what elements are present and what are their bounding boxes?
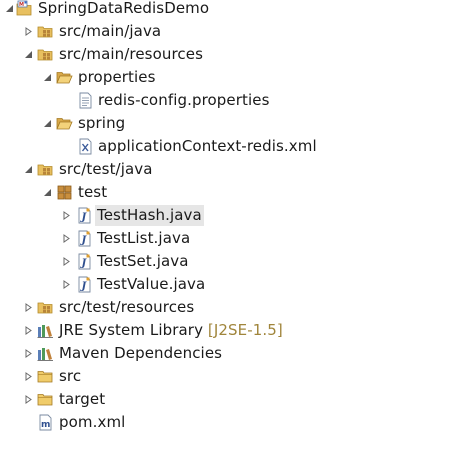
tree-item-label: applicationContext-redis.xml: [98, 137, 317, 155]
tree-item-label: SpringDataRedisDemo: [38, 0, 210, 17]
svg-text:M: M: [19, 2, 24, 8]
collapse-arrow-icon[interactable]: [22, 158, 34, 181]
collapse-arrow-icon[interactable]: [41, 112, 53, 135]
tree-item-label: src/main/java: [59, 22, 162, 40]
tree-item-label: src/test/java: [59, 160, 153, 178]
expand-arrow-icon[interactable]: [60, 204, 72, 227]
folder-closed-icon: [37, 391, 54, 408]
expand-arrow-icon[interactable]: [22, 342, 34, 365]
library-icon: [37, 345, 54, 362]
collapse-arrow-icon[interactable]: [41, 181, 53, 204]
tree-item-src-main-java[interactable]: src/main/java: [0, 20, 476, 43]
expand-arrow-icon[interactable]: [60, 227, 72, 250]
tree-item-spring-folder[interactable]: spring: [0, 112, 476, 135]
tree-item-project[interactable]: M SpringDataRedisDemo: [0, 0, 476, 20]
java-file-icon: J: [76, 276, 93, 293]
expand-arrow-icon[interactable]: [22, 20, 34, 43]
expand-arrow-icon[interactable]: [22, 365, 34, 388]
source-folder-icon: [37, 23, 54, 40]
tree-item-label: src/test/resources: [59, 298, 195, 316]
tree-item-src-test-resources[interactable]: src/test/resources: [0, 296, 476, 319]
expand-arrow-icon[interactable]: [60, 250, 72, 273]
collapse-arrow-icon[interactable]: [22, 43, 34, 66]
collapse-arrow-icon[interactable]: [3, 0, 15, 20]
java-file-icon: J: [76, 253, 93, 270]
svg-text:m: m: [41, 420, 50, 430]
tree-item-test-package[interactable]: test: [0, 181, 476, 204]
folder-closed-icon: [37, 368, 54, 385]
library-icon: [37, 322, 54, 339]
tree-item-label: TestSet.java: [97, 252, 189, 270]
folder-open-icon: [56, 69, 73, 86]
tree-item-label: redis-config.properties: [98, 91, 270, 109]
tree-item-label: src/main/resources: [59, 45, 203, 63]
java-file-icon: J: [76, 207, 93, 224]
tree-item-maven-dependencies[interactable]: Maven Dependencies: [0, 342, 476, 365]
tree-item-label: JRE System Library [J2SE-1.5]: [59, 321, 283, 339]
tree-item-label: Maven Dependencies: [59, 344, 223, 362]
folder-open-icon: [56, 115, 73, 132]
tree-item-test-hash[interactable]: J TestHash.java: [0, 204, 476, 227]
tree-item-label: TestList.java: [97, 229, 191, 247]
tree-item-pom[interactable]: m pom.xml: [0, 411, 476, 434]
collapse-arrow-icon[interactable]: [41, 66, 53, 89]
expand-arrow-icon[interactable]: [22, 388, 34, 411]
tree-item-label: target: [59, 390, 106, 408]
expand-arrow-icon[interactable]: [22, 296, 34, 319]
tree-item-application-context[interactable]: applicationContext-redis.xml: [0, 135, 476, 158]
tree-item-label: TestValue.java: [97, 275, 206, 293]
properties-file-icon: [77, 92, 94, 109]
tree-item-src-folder[interactable]: src: [0, 365, 476, 388]
tree-item-properties-folder[interactable]: properties: [0, 66, 476, 89]
tree-item-src-test-java[interactable]: src/test/java: [0, 158, 476, 181]
source-folder-icon: [37, 299, 54, 316]
package-icon: [56, 184, 73, 201]
maven-pom-icon: m: [37, 414, 54, 431]
source-folder-icon: [37, 161, 54, 178]
expand-arrow-icon[interactable]: [60, 273, 72, 296]
tree-item-src-main-resources[interactable]: src/main/resources: [0, 43, 476, 66]
tree-item-label: spring: [78, 114, 126, 132]
tree-item-test-value[interactable]: J TestValue.java: [0, 273, 476, 296]
tree-item-target-folder[interactable]: target: [0, 388, 476, 411]
tree-item-test-set[interactable]: J TestSet.java: [0, 250, 476, 273]
source-folder-icon: [37, 46, 54, 63]
jre-version-decoration: [J2SE-1.5]: [207, 321, 283, 339]
tree-item-test-list[interactable]: J TestList.java: [0, 227, 476, 250]
tree-item-label: TestHash.java: [95, 205, 204, 226]
tree-item-redis-config[interactable]: redis-config.properties: [0, 89, 476, 112]
tree-item-label: properties: [78, 68, 156, 86]
tree-item-label: pom.xml: [59, 413, 126, 431]
tree-item-jre-library[interactable]: JRE System Library [J2SE-1.5]: [0, 319, 476, 342]
expand-arrow-icon[interactable]: [22, 319, 34, 342]
project-explorer-tree: M SpringDataRedisDemo src/main/java src/…: [0, 0, 476, 451]
tree-item-label: src: [59, 367, 82, 385]
maven-project-icon: M: [16, 0, 33, 17]
xml-file-icon: [77, 138, 94, 155]
tree-item-label: test: [78, 183, 108, 201]
java-file-icon: J: [76, 230, 93, 247]
